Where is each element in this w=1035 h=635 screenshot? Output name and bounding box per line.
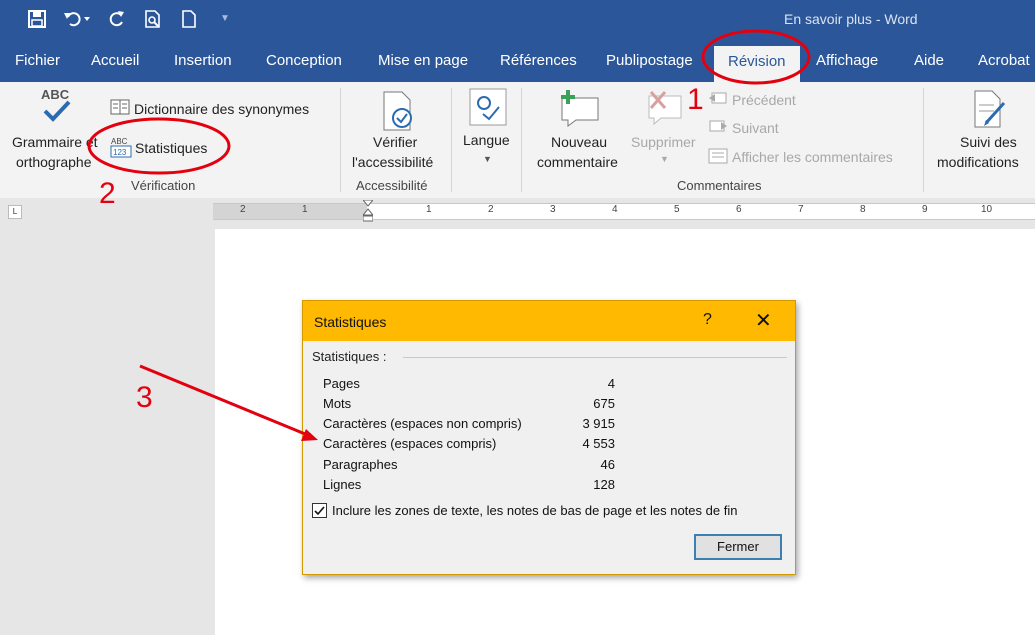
annotation-circle-statistiques [87,117,231,175]
annotation-number-3: 3 [136,381,153,414]
annotation-circle-revision [701,29,811,85]
annotation-overlay [87,29,811,441]
annotation-arrow-line [139,364,311,438]
annotation-number-2: 2 [99,177,116,210]
annotation-number-1: 1 [687,83,704,116]
annotation-arrow-head [301,429,318,441]
